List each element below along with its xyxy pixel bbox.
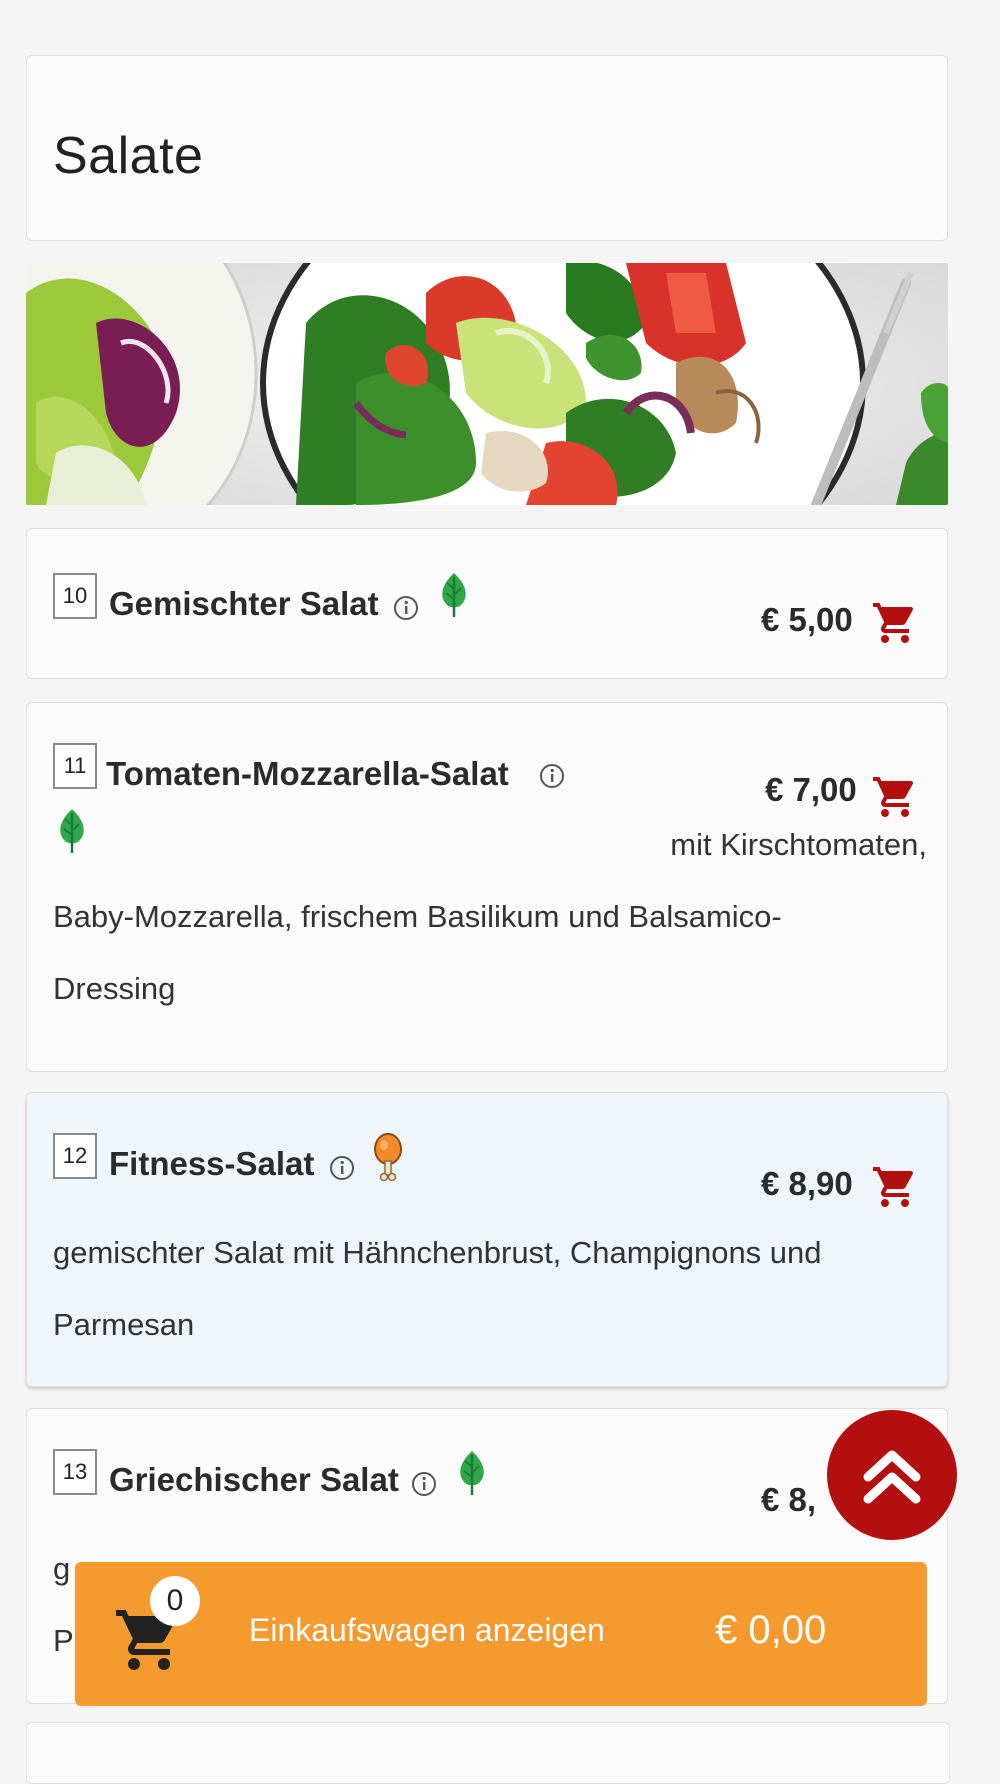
item-price: € 8,	[761, 1481, 817, 1518]
item-description-line: Dressing	[53, 971, 176, 1006]
salad-banner-image	[26, 263, 948, 505]
item-description-line: Baby-Mozzarella, frischem Basilikum und …	[53, 899, 782, 934]
item-description-line: mit Kirschtomaten,	[670, 827, 927, 862]
item-name[interactable]: Fitness-Salat	[109, 1145, 314, 1183]
menu-item-10[interactable]: 10 Gemischter Salat € 5,00	[26, 528, 948, 679]
leaf-icon	[460, 1451, 484, 1495]
item-price: € 5,00	[761, 601, 853, 638]
info-icon[interactable]	[393, 595, 419, 621]
section-title: Salate	[53, 127, 204, 185]
section-header: Salate	[26, 55, 948, 241]
info-icon[interactable]	[411, 1471, 437, 1497]
item-description-line: gemischter Salat mit Hähnchenbrust, Cham…	[53, 1235, 822, 1270]
item-name[interactable]: Gemischter Salat	[109, 585, 379, 623]
info-icon[interactable]	[329, 1155, 355, 1181]
cart-total: € 0,00	[715, 1608, 827, 1652]
item-number: 11	[53, 743, 97, 789]
double-chevron-up-icon	[863, 1450, 921, 1504]
show-cart-button[interactable]: 0 Einkaufswagen anzeigen € 0,00	[75, 1562, 927, 1706]
leaf-icon	[60, 809, 84, 853]
scroll-to-top-button[interactable]	[827, 1410, 957, 1540]
menu-item-12[interactable]: 12 Fitness-Salat € 8,90 gemischter Salat…	[26, 1092, 948, 1387]
add-to-cart-icon[interactable]	[871, 1163, 919, 1211]
item-number: 13	[53, 1449, 97, 1495]
item-number: 12	[53, 1133, 97, 1179]
menu-item-11[interactable]: 11 Tomaten-Mozzarella-Salat € 7,00 mit K…	[26, 702, 948, 1072]
menu-item-next-edge	[26, 1722, 950, 1784]
item-description-line: Parmesan	[53, 1307, 195, 1342]
cart-label: Einkaufswagen anzeigen	[249, 1612, 605, 1648]
item-description-line: P	[53, 1623, 74, 1658]
item-name[interactable]: Griechischer Salat	[109, 1461, 399, 1499]
chicken-leg-icon	[374, 1133, 402, 1182]
item-description-line: g	[53, 1551, 71, 1586]
info-icon[interactable]	[539, 763, 565, 789]
add-to-cart-icon[interactable]	[871, 599, 919, 647]
item-price: € 7,00	[765, 771, 857, 808]
leaf-icon	[442, 573, 466, 617]
item-name[interactable]: Tomaten-Mozzarella-Salat	[106, 755, 509, 793]
item-number: 10	[53, 573, 97, 619]
cart-count-badge: 0	[150, 1576, 200, 1626]
item-price: € 8,90	[761, 1165, 853, 1202]
